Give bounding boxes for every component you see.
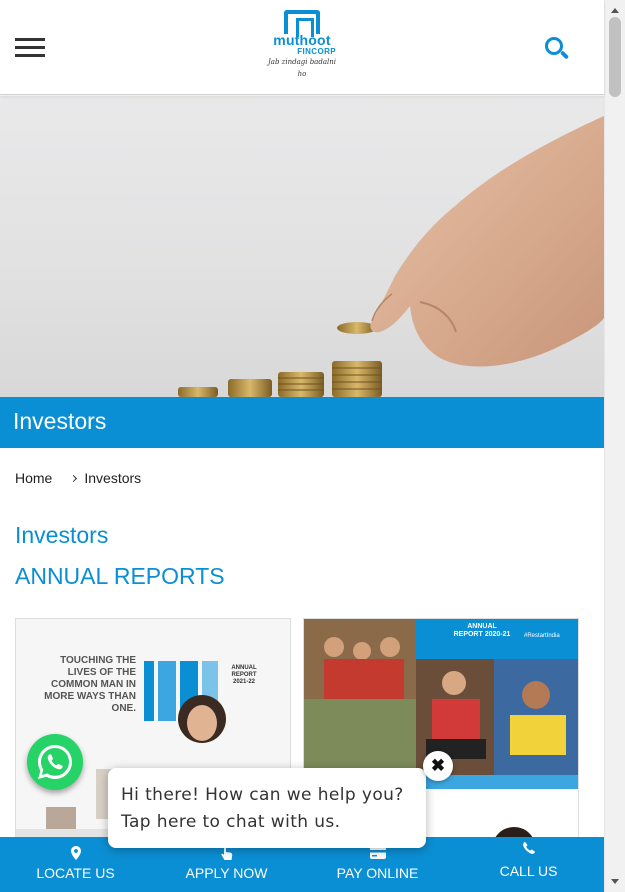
site-header: muthoot FINCORP Jab zindagi badalni ho: [0, 0, 604, 95]
scroll-up-arrow-icon[interactable]: [611, 8, 619, 13]
page: muthoot FINCORP Jab zindagi badalni ho I…: [0, 0, 625, 892]
locate-us-label: LOCATE US: [36, 865, 115, 881]
report-cover-tag: ANNUAL REPORT 2021-22: [231, 665, 257, 685]
logo-tagline: Jab zindagi badalni ho: [267, 58, 336, 78]
hero-image: [0, 96, 604, 397]
pay-online-label: PAY ONLINE: [336, 865, 419, 881]
hand-placing-coin-illustration: [178, 116, 604, 397]
report-cover-text: TOUCHING THE LIVES OF THE COMMON MAN IN …: [44, 655, 136, 714]
apply-now-label: APPLY NOW: [185, 865, 268, 881]
close-icon[interactable]: ✖: [423, 751, 453, 781]
breadcrumb-current: Investors: [84, 470, 142, 486]
whatsapp-chat-button[interactable]: [27, 734, 83, 790]
brand-logo[interactable]: muthoot FINCORP Jab zindagi badalni ho: [266, 10, 338, 78]
menu-hamburger-icon[interactable]: [15, 38, 45, 58]
chat-prompt-text: Hi there! How can we help you? Tap here …: [121, 785, 404, 832]
page-banner: Investors: [0, 397, 604, 448]
logo-mark-icon: [284, 10, 320, 37]
credit-card-icon: [302, 846, 453, 864]
call-us-label: CALL US: [499, 863, 558, 879]
chat-prompt-bubble[interactable]: Hi there! How can we help you? Tap here …: [108, 768, 426, 848]
logo-sub: FINCORP: [297, 47, 336, 56]
chevron-right-icon: [70, 474, 78, 482]
breadcrumb-home[interactable]: Home: [15, 470, 52, 486]
breadcrumb: Home Investors: [15, 470, 141, 486]
whatsapp-icon: [38, 745, 72, 779]
phone-icon: [453, 841, 604, 859]
report-hashtag: #RestartIndia: [524, 633, 560, 639]
section-heading: ANNUAL REPORTS: [15, 563, 225, 589]
call-us-button[interactable]: CALL US: [453, 837, 604, 892]
report-cover-tag: ANNUAL REPORT 2020-21: [453, 623, 511, 638]
search-icon[interactable]: [544, 36, 570, 62]
map-pin-icon: [0, 846, 151, 864]
pointer-hand-icon: [151, 846, 302, 864]
page-scrollbar[interactable]: [604, 0, 625, 892]
scroll-down-arrow-icon[interactable]: [611, 879, 619, 884]
page-title: Investors: [15, 522, 109, 548]
banner-title: Investors: [13, 408, 107, 434]
scrollbar-thumb[interactable]: [609, 17, 621, 97]
